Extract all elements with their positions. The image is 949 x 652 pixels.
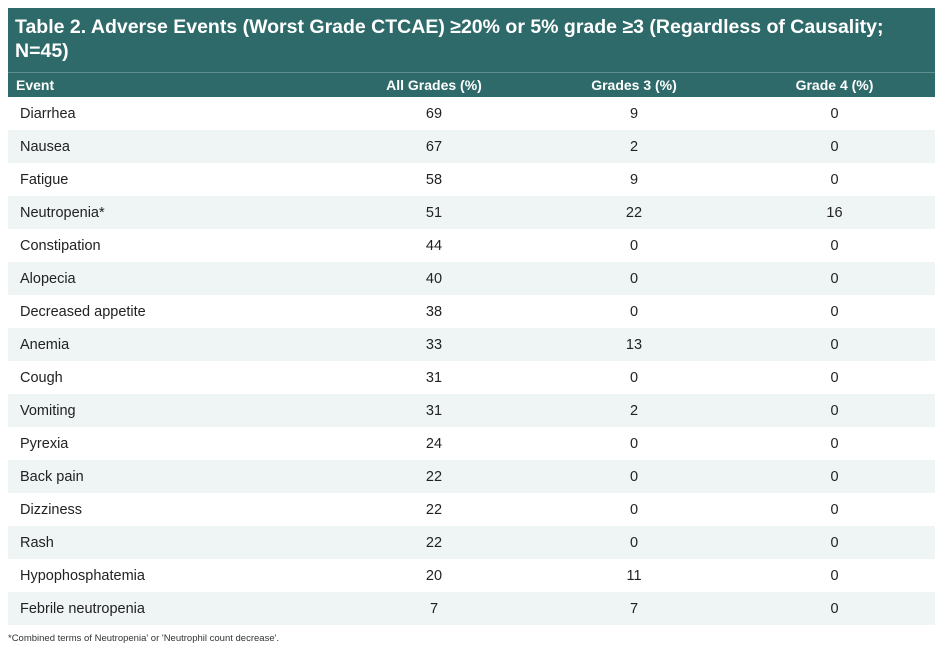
- cell-all-grades: 24: [425, 435, 443, 452]
- table-row: Hypophosphatemia 20 11 0: [8, 559, 935, 592]
- cell-grade-4: 0: [830, 270, 839, 287]
- cell-grade-4: 0: [830, 336, 839, 353]
- cell-event: Hypophosphatemia: [20, 567, 145, 584]
- table-row: Diarrhea 69 9 0: [8, 97, 935, 130]
- cell-all-grades: 22: [425, 468, 443, 485]
- cell-grade-4: 0: [830, 237, 839, 254]
- table-row: Dizziness 22 0 0: [8, 493, 935, 526]
- cell-grades-3: 0: [629, 270, 639, 287]
- cell-grades-3: 9: [629, 171, 639, 188]
- cell-grades-3: 11: [626, 567, 642, 584]
- cell-grades-3: 9: [629, 105, 639, 122]
- cell-grade-4: 0: [830, 105, 839, 122]
- cell-event: Constipation: [20, 237, 101, 254]
- cell-all-grades: 31: [425, 369, 443, 386]
- cell-grade-4: 0: [830, 171, 839, 188]
- table-row: Decreased appetite 38 0 0: [8, 295, 935, 328]
- table-row: Nausea 67 2 0: [8, 130, 935, 163]
- cell-grade-4: 0: [830, 534, 839, 551]
- cell-event: Alopecia: [20, 270, 76, 287]
- cell-event: Pyrexia: [20, 435, 69, 452]
- table-body: Diarrhea 69 9 0 Nausea 67 2 0 Fatigue 58 9 0 Neutrop…: [8, 97, 935, 625]
- cell-grades-3: 2: [629, 138, 639, 155]
- cell-event: Back pain: [20, 468, 84, 485]
- cell-all-grades: 44: [425, 237, 443, 254]
- cell-grade-4: 0: [830, 567, 839, 584]
- cell-all-grades: 38: [425, 303, 443, 320]
- table-row: Back pain 22 0 0: [8, 460, 935, 493]
- header-all-grades: All Grades (%): [386, 77, 482, 93]
- cell-all-grades: 69: [425, 105, 443, 122]
- table-row: Vomiting 31 2 0: [8, 394, 935, 427]
- table-row: Rash 22 0 0: [8, 526, 935, 559]
- table-title: Table 2. Adverse Events (Worst Grade CTC…: [8, 8, 935, 72]
- cell-event: Cough: [20, 369, 63, 386]
- cell-event: Neutropenia*: [20, 204, 105, 221]
- cell-all-grades: 51: [425, 204, 443, 221]
- cell-grades-3: 0: [629, 468, 639, 485]
- cell-all-grades: 7: [429, 600, 439, 617]
- cell-grades-3: 0: [629, 237, 639, 254]
- cell-all-grades: 40: [425, 270, 443, 287]
- table-row: Neutropenia* 51 22 16: [8, 196, 935, 229]
- cell-grades-3: 13: [625, 336, 643, 353]
- cell-all-grades: 20: [425, 567, 443, 584]
- table-row: Alopecia 40 0 0: [8, 262, 935, 295]
- table-row: Febrile neutropenia 7 7 0: [8, 592, 935, 625]
- table-row: Cough 31 0 0: [8, 361, 935, 394]
- cell-event: Decreased appetite: [20, 303, 146, 320]
- adverse-events-table: Table 2. Adverse Events (Worst Grade CTC…: [8, 8, 935, 644]
- cell-grade-4: 0: [830, 402, 839, 419]
- cell-event: Dizziness: [20, 501, 83, 518]
- cell-all-grades: 67: [425, 138, 443, 155]
- table-row: Constipation 44 0 0: [8, 229, 935, 262]
- cell-event: Rash: [20, 534, 54, 551]
- table-footnote: *Combined terms of Neutropenia' or 'Neut…: [8, 633, 280, 644]
- cell-grades-3: 22: [625, 204, 643, 221]
- table-row: Pyrexia 24 0 0: [8, 427, 935, 460]
- cell-all-grades: 33: [425, 336, 443, 353]
- cell-grades-3: 0: [629, 501, 639, 518]
- header-event: Event: [16, 77, 55, 93]
- cell-event: Fatigue: [20, 171, 69, 188]
- cell-grades-3: 7: [629, 600, 639, 617]
- cell-grades-3: 0: [629, 369, 639, 386]
- cell-all-grades: 22: [425, 534, 443, 551]
- cell-all-grades: 58: [425, 171, 443, 188]
- table-header: Event All Grades (%) Grades 3 (%) Grade …: [8, 72, 935, 97]
- cell-event: Vomiting: [20, 402, 76, 419]
- cell-grade-4: 0: [830, 435, 839, 452]
- cell-all-grades: 22: [425, 501, 443, 518]
- header-grades-3: Grades 3 (%): [591, 77, 677, 93]
- cell-grade-4: 0: [830, 369, 839, 386]
- header-grade-4: Grade 4 (%): [795, 77, 874, 93]
- table-row: Anemia 33 13 0: [8, 328, 935, 361]
- cell-grade-4: 0: [830, 303, 839, 320]
- cell-all-grades: 31: [425, 402, 443, 419]
- cell-grades-3: 0: [629, 303, 639, 320]
- cell-grades-3: 0: [629, 534, 639, 551]
- cell-grade-4: 0: [830, 600, 839, 617]
- cell-grade-4: 0: [830, 138, 839, 155]
- cell-grades-3: 0: [629, 435, 639, 452]
- table-row: Fatigue 58 9 0: [8, 163, 935, 196]
- cell-grades-3: 2: [629, 402, 639, 419]
- cell-event: Anemia: [20, 336, 70, 353]
- cell-grade-4: 0: [830, 468, 839, 485]
- cell-event: Nausea: [20, 138, 70, 155]
- cell-event: Febrile neutropenia: [20, 600, 145, 617]
- cell-grade-4: 16: [826, 204, 843, 221]
- cell-event: Diarrhea: [20, 105, 76, 122]
- cell-grade-4: 0: [830, 501, 839, 518]
